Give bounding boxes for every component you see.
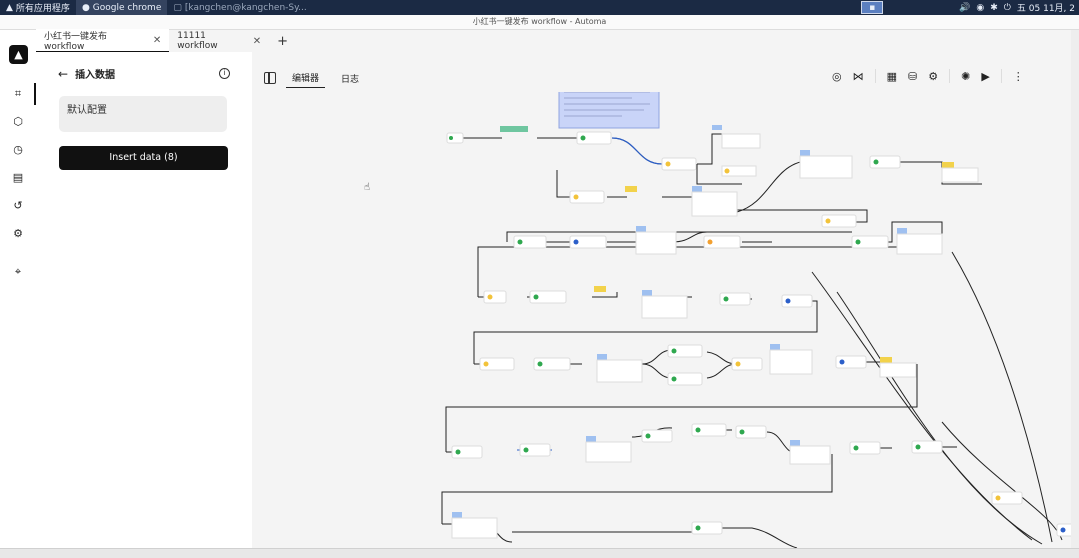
info-icon[interactable]: i	[219, 68, 230, 79]
chrome-icon: ●	[81, 2, 90, 13]
apps-label: 所有应用程序	[15, 4, 70, 14]
bug-icon[interactable]: ✺	[961, 70, 970, 83]
panel-header: ← 插入数据 i	[58, 66, 230, 81]
editor-toolbar: ◎ ⋈ ▦ ⛁ ⚙ ✺ ▶ ⋮	[832, 69, 1024, 83]
tab-xiaohongshu-workflow[interactable]: 小红书一键发布 workflow ✕	[36, 29, 170, 53]
taskbar-terminal-button[interactable]: ▢ [kangchen@kangchen-Sy...	[167, 0, 312, 15]
apps-icon: ▲	[6, 2, 13, 13]
terminal-icon: ▢	[173, 2, 182, 13]
tab-logs[interactable]: 日志	[335, 69, 365, 88]
clock[interactable]: 五 05 11月, 2	[1017, 1, 1075, 14]
settings-icon[interactable]: ⚙	[11, 227, 25, 241]
editor-header: 编辑器 日志	[264, 68, 365, 88]
close-icon[interactable]: ✕	[153, 35, 161, 46]
toolbar-divider	[874, 69, 876, 83]
taskbar-chrome-label: Google chrome	[92, 2, 162, 13]
automa-logo-icon[interactable]: ▲	[9, 45, 28, 64]
hand-cursor-icon: ☝	[364, 182, 371, 193]
share-icon[interactable]: ⋈	[853, 70, 864, 83]
workflow-icon[interactable]: ⌗	[11, 87, 25, 101]
storage-icon[interactable]: ▤	[11, 171, 25, 185]
description-textarea[interactable]: 默认配置	[59, 96, 227, 132]
volume-icon[interactable]: 🔊	[959, 3, 970, 13]
network-icon[interactable]: ◉	[976, 3, 984, 13]
panel-title: 插入数据	[75, 70, 116, 81]
database-icon[interactable]: ⛁	[908, 70, 917, 83]
window-title: 小红书一键发布 workflow - Automa	[0, 15, 1079, 30]
apps-menu-button[interactable]: ▲ 所有应用程序	[0, 0, 76, 15]
taskbar: ▲ 所有应用程序 ● Google chrome ▢ [kangchen@kan…	[0, 0, 1079, 15]
table-icon[interactable]: ▦	[887, 70, 897, 83]
history-icon[interactable]: ↺	[11, 199, 25, 213]
close-icon[interactable]: ✕	[253, 36, 261, 47]
package-icon[interactable]: ⬡	[11, 115, 25, 129]
taskbar-chrome-button[interactable]: ● Google chrome	[75, 0, 168, 15]
tab-label: 小红书一键发布 workflow	[44, 31, 108, 52]
insert-data-panel: ← 插入数据 i 默认配置 Insert data (8)	[36, 52, 252, 557]
workflow-canvas[interactable]	[252, 92, 1079, 548]
toolbar-divider	[949, 69, 951, 83]
back-arrow-icon[interactable]: ←	[58, 67, 68, 81]
tab-11111-workflow[interactable]: 11111 workflow ✕	[169, 30, 269, 52]
vertical-scrollbar[interactable]	[1071, 30, 1079, 548]
broadcast-icon[interactable]: ◎	[832, 70, 842, 83]
toolbar-divider	[1000, 69, 1002, 83]
crosshair-icon[interactable]: ⌖	[11, 265, 25, 279]
more-icon[interactable]: ⋮	[1013, 70, 1024, 83]
insert-data-button[interactable]: Insert data (8)	[59, 146, 228, 170]
taskbar-terminal-label: [kangchen@kangchen-Sy...	[184, 2, 307, 13]
system-tray: ▪ 🔊 ◉ ✱ ⏻ 五 05 11月, 2	[861, 1, 1079, 14]
clock-icon[interactable]: ◷	[11, 143, 25, 157]
tab-label: 11111 workflow	[177, 31, 218, 51]
gear-icon[interactable]: ⚙	[928, 70, 938, 83]
new-tab-button[interactable]: +	[269, 34, 296, 49]
tab-editor[interactable]: 编辑器	[286, 68, 326, 88]
power-icon[interactable]: ⏻	[1004, 3, 1011, 13]
sidebar-toggle-icon[interactable]	[264, 72, 276, 84]
play-icon[interactable]: ▶	[981, 70, 989, 83]
bluetooth-icon[interactable]: ✱	[990, 3, 998, 13]
workspace-switcher[interactable]: ▪	[861, 1, 884, 14]
workflow-tabs: 小红书一键发布 workflow ✕ 11111 workflow ✕ +	[36, 29, 296, 53]
left-rail: ▲ ⌗ ⬡ ◷ ▤ ↺ ⚙ ⌖	[0, 30, 37, 557]
